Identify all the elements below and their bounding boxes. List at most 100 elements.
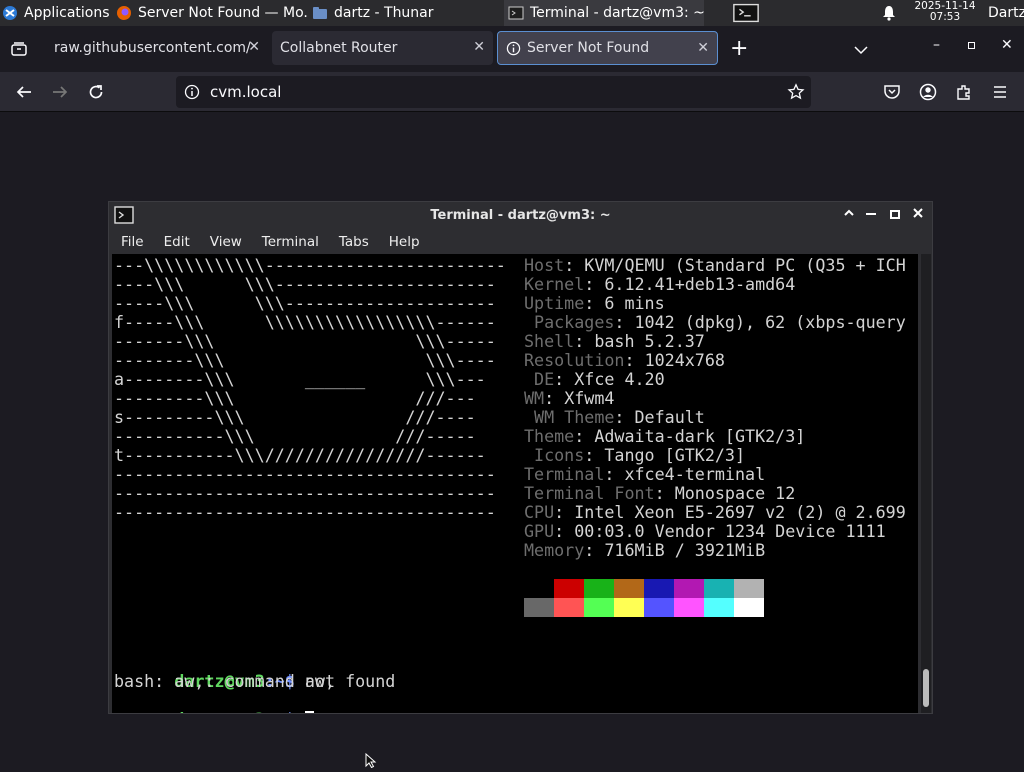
logo-line: -----------\\\ ///----- bbox=[114, 426, 476, 446]
info-separator: : bbox=[584, 293, 605, 313]
close-icon[interactable]: ✕ bbox=[248, 39, 260, 55]
minimize-icon[interactable]: – bbox=[933, 37, 940, 53]
palette-swatch bbox=[554, 598, 584, 617]
tab-title: Server Not Found bbox=[527, 40, 650, 56]
info-key: Host bbox=[524, 255, 565, 275]
info-key: Packages bbox=[524, 312, 615, 332]
menu-view[interactable]: View bbox=[198, 234, 250, 250]
close-icon[interactable]: ✕ bbox=[473, 39, 485, 55]
info-value: KVM/QEMU (Standard PC (Q35 + ICH bbox=[584, 255, 906, 275]
palette-swatch bbox=[614, 598, 644, 617]
firefox-icon bbox=[116, 5, 132, 21]
menu-edit[interactable]: Edit bbox=[152, 234, 198, 250]
notifications-icon[interactable] bbox=[881, 5, 897, 25]
navigation-toolbar: cvm.local bbox=[0, 72, 1024, 112]
terminal-scrollbar[interactable] bbox=[921, 254, 931, 713]
info-key: WM Theme bbox=[524, 407, 615, 427]
info-separator: : bbox=[614, 407, 635, 427]
task-label: Terminal - dartz@vm3: ~ bbox=[530, 5, 704, 21]
menu-tabs[interactable]: Tabs bbox=[327, 234, 377, 250]
palette-swatch bbox=[644, 598, 674, 617]
info-value: 1042 (dpkg), 62 (xbps-query bbox=[634, 312, 906, 332]
info-separator: : bbox=[554, 521, 575, 541]
list-tabs-icon[interactable] bbox=[853, 41, 869, 60]
applications-label: Applications bbox=[24, 5, 110, 21]
info-line: Shell: bash 5.2.37 bbox=[524, 332, 705, 351]
info-separator: : bbox=[564, 255, 585, 275]
close-icon[interactable] bbox=[912, 207, 924, 223]
account-icon[interactable] bbox=[916, 80, 940, 104]
info-key: Terminal bbox=[524, 464, 605, 484]
task-firefox[interactable]: Server Not Found — Mo... bbox=[112, 0, 308, 26]
info-separator: : bbox=[584, 445, 605, 465]
info-line: Packages: 1042 (dpkg), 62 (xbps-query bbox=[524, 313, 906, 332]
bookmark-star-icon[interactable] bbox=[787, 83, 805, 105]
info-value: 00:03.0 Vendor 1234 Device 1111 bbox=[574, 521, 886, 541]
menu-help[interactable]: Help bbox=[377, 234, 428, 250]
close-window-icon[interactable]: ✕ bbox=[1001, 37, 1013, 53]
folder-icon bbox=[312, 5, 328, 21]
tab-overview-icon[interactable] bbox=[10, 40, 28, 62]
shade-icon[interactable] bbox=[843, 207, 855, 223]
terminal-screen[interactable]: ---\\\\\\\\\\\\------------------------ -… bbox=[112, 254, 918, 713]
applications-menu[interactable]: Applications bbox=[0, 0, 112, 26]
maximize-icon[interactable] bbox=[968, 42, 975, 49]
logo-line: -------\\\ \\\----- bbox=[114, 331, 496, 351]
info-key: CPU bbox=[524, 502, 555, 522]
mouse-pointer-icon bbox=[365, 752, 377, 772]
menu-file[interactable]: File bbox=[109, 234, 152, 250]
back-icon[interactable] bbox=[12, 80, 36, 104]
pocket-icon[interactable] bbox=[880, 80, 904, 104]
palette-swatch bbox=[674, 579, 704, 598]
info-line: Terminal Font: Monospace 12 bbox=[524, 484, 795, 503]
extensions-icon[interactable] bbox=[952, 80, 976, 104]
palette-swatch bbox=[734, 598, 764, 617]
info-key: GPU bbox=[524, 521, 555, 541]
info-key: Uptime bbox=[524, 293, 585, 313]
info-value: 6.12.41+deb13-amd64 bbox=[604, 274, 796, 294]
clock[interactable]: 2025-11-14 07:53 bbox=[906, 1, 984, 23]
site-info-icon[interactable] bbox=[184, 84, 200, 100]
palette-swatch bbox=[614, 579, 644, 598]
reload-icon[interactable] bbox=[84, 80, 108, 104]
scrollbar-thumb[interactable] bbox=[923, 669, 929, 707]
text-cursor bbox=[304, 711, 314, 713]
palette-swatch bbox=[674, 598, 704, 617]
tab-server-not-found[interactable]: Server Not Found ✕ bbox=[497, 31, 718, 65]
logo-line: -------------------------------------- bbox=[114, 464, 496, 484]
palette-swatch bbox=[584, 598, 614, 617]
maximize-icon[interactable] bbox=[890, 210, 900, 219]
tab-collabnet-router[interactable]: Collabnet Router ✕ bbox=[272, 31, 493, 65]
info-line: WM Theme: Default bbox=[524, 408, 705, 427]
user-menu[interactable]: Dartz bbox=[988, 0, 1024, 26]
terminal-window-icon bbox=[114, 206, 134, 228]
close-icon[interactable]: ✕ bbox=[697, 40, 709, 56]
minimize-icon[interactable] bbox=[866, 213, 876, 215]
show-desktop-button[interactable] bbox=[728, 0, 764, 26]
logo-line: ---\\\\\\\\\\\\------------------------ bbox=[114, 255, 506, 275]
info-key: Resolution bbox=[524, 350, 625, 370]
palette-swatch bbox=[584, 579, 614, 598]
tab-raw-github[interactable]: raw.githubusercontent.com/ ✕ bbox=[46, 31, 268, 65]
new-tab-icon[interactable]: + bbox=[730, 36, 748, 61]
forward-icon[interactable] bbox=[48, 80, 72, 104]
logo-line: t-----------\\\////////////////------ bbox=[114, 445, 486, 465]
terminal-icon bbox=[508, 5, 524, 21]
info-value: bash 5.2.37 bbox=[594, 331, 705, 351]
info-key: Theme bbox=[524, 426, 575, 446]
task-terminal[interactable]: Terminal - dartz@vm3: ~ bbox=[504, 0, 704, 26]
terminal-window: Terminal - dartz@vm3: ~ File Edit View T… bbox=[108, 201, 933, 714]
logo-line: a--------\\\ ______ \\\--- bbox=[114, 369, 486, 389]
terminal-title: Terminal - dartz@vm3: ~ bbox=[430, 207, 611, 223]
terminal-titlebar[interactable]: Terminal - dartz@vm3: ~ bbox=[109, 202, 932, 228]
info-separator: : bbox=[574, 331, 595, 351]
xfce-panel: Applications Server Not Found — Mo... da… bbox=[0, 0, 1024, 26]
hamburger-menu-icon[interactable] bbox=[988, 80, 1012, 104]
task-thunar[interactable]: dartz - Thunar bbox=[308, 0, 504, 26]
palette-swatch bbox=[704, 579, 734, 598]
info-value: 716MiB / 3921MiB bbox=[604, 540, 766, 560]
info-value: Xfce 4.20 bbox=[574, 369, 665, 389]
url-bar[interactable]: cvm.local bbox=[176, 76, 811, 108]
menu-terminal[interactable]: Terminal bbox=[250, 234, 327, 250]
info-value: Adwaita-dark [GTK2/3] bbox=[594, 426, 806, 446]
